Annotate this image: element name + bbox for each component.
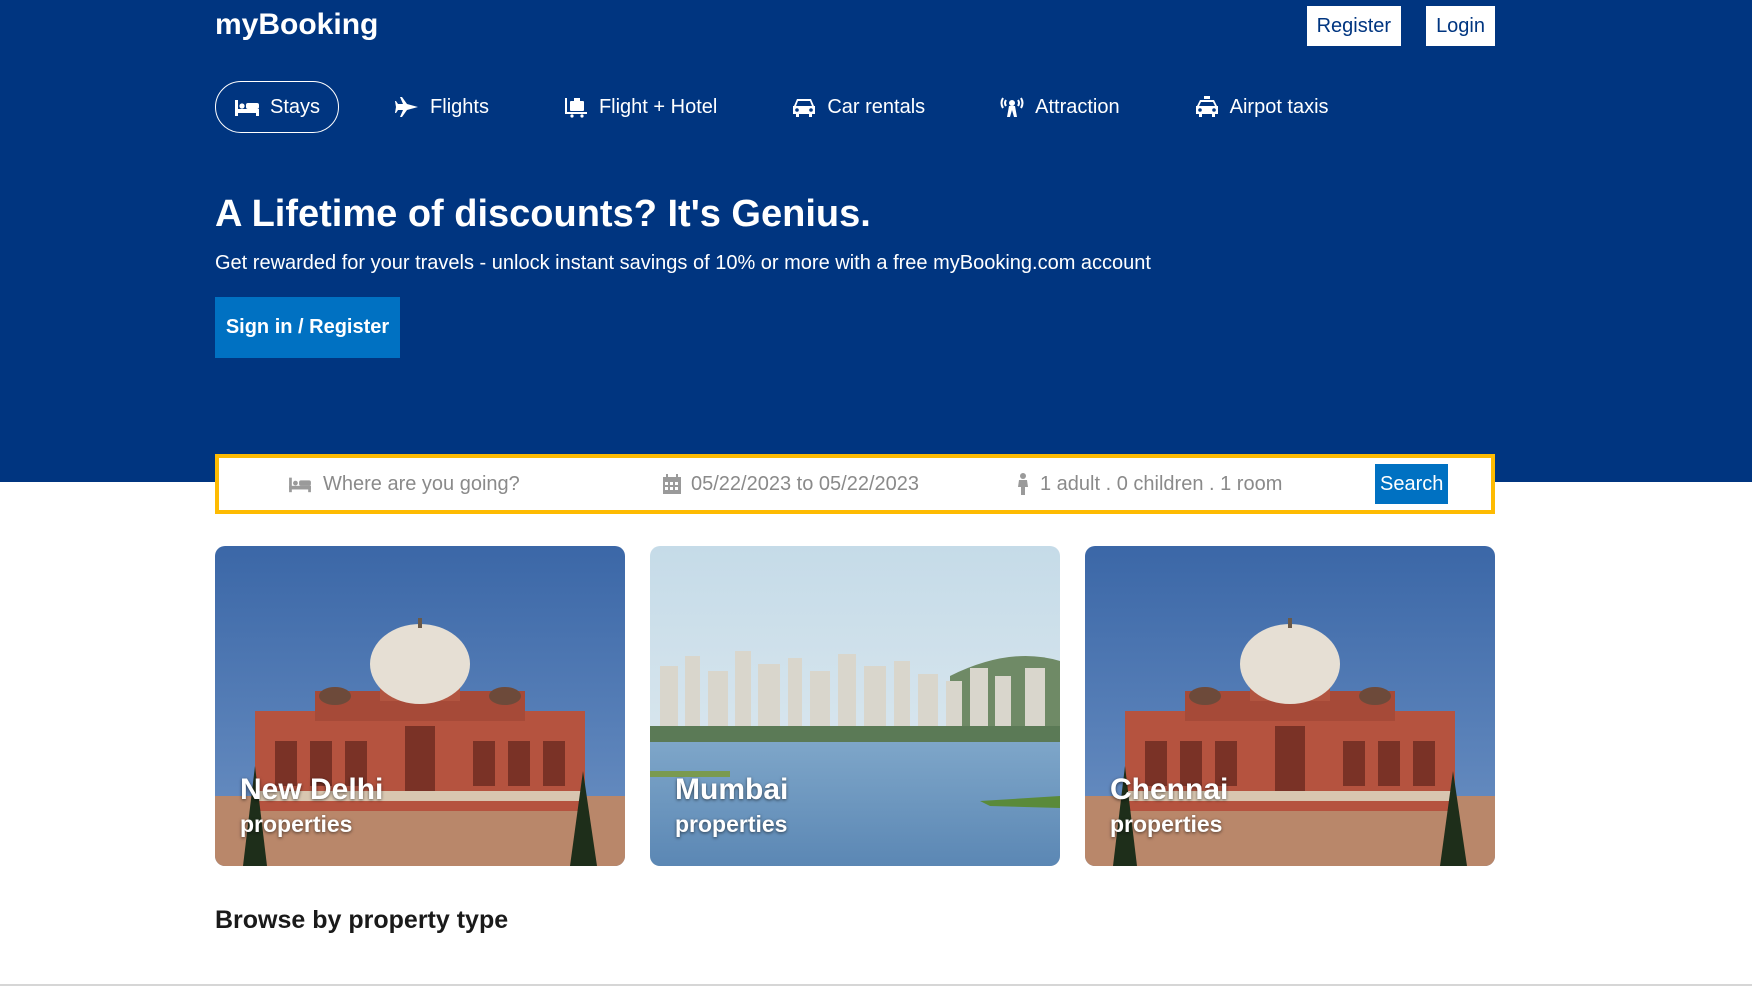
card-city: New Delhi xyxy=(240,773,384,806)
nav-item-stays[interactable]: Stays xyxy=(215,81,340,133)
hero-banner xyxy=(0,0,1752,482)
destination-card[interactable]: Chennai properties xyxy=(1085,546,1495,866)
card-subtitle: properties xyxy=(1110,811,1223,837)
plane-icon xyxy=(395,97,419,117)
card-city: Mumbai xyxy=(675,773,789,806)
card-city: Chennai xyxy=(1110,773,1229,806)
calendar-icon xyxy=(663,474,681,494)
top-bar: myBooking Register Login xyxy=(215,0,1495,60)
browse-heading: Browse by property type xyxy=(215,906,509,934)
nav-label: Airpot taxis xyxy=(1229,95,1329,118)
category-nav: Stays Flights Flight + Hotel Car rentals… xyxy=(215,80,1495,134)
bed-icon xyxy=(235,100,259,116)
destination-input[interactable] xyxy=(323,472,573,496)
nav-label: Attraction xyxy=(1035,95,1120,118)
register-button[interactable]: Register xyxy=(1306,6,1402,46)
taxi-icon xyxy=(1195,96,1218,117)
guests-field[interactable]: 1 adult . 0 children . 1 room xyxy=(1016,473,1282,496)
nav-item-attraction[interactable]: Attraction xyxy=(980,81,1138,133)
bed-icon xyxy=(289,477,311,493)
card-subtitle: properties xyxy=(675,811,788,837)
nav-label: Car rentals xyxy=(827,95,926,118)
search-bar: 05/22/2023 to 05/22/2023 1 adult . 0 chi… xyxy=(215,454,1495,514)
attraction-icon xyxy=(1000,97,1024,117)
nav-label: Stays xyxy=(270,95,321,118)
auth-buttons: Register Login xyxy=(1306,6,1495,46)
search-button[interactable]: Search xyxy=(1375,464,1449,504)
destination-card[interactable]: New Delhi properties xyxy=(215,546,625,866)
guests-value: 1 adult . 0 children . 1 room xyxy=(1040,472,1283,495)
signin-register-button[interactable]: Sign in / Register xyxy=(215,297,400,358)
hero-subline: Get rewarded for your travels - unlock i… xyxy=(215,252,1151,274)
card-caption: Chennai properties xyxy=(1110,773,1228,838)
destination-card[interactable]: Mumbai properties xyxy=(650,546,1060,866)
logo[interactable]: myBooking xyxy=(215,8,378,42)
featured-destinations: New Delhi properties Mumbai properties C… xyxy=(215,546,1495,866)
person-icon xyxy=(1018,473,1028,495)
nav-item-flight-hotel[interactable]: Flight + Hotel xyxy=(544,81,736,133)
nav-item-car-rentals[interactable]: Car rentals xyxy=(772,81,944,133)
card-subtitle: properties xyxy=(240,811,353,837)
card-caption: New Delhi properties xyxy=(240,773,383,838)
nav-label: Flight + Hotel xyxy=(598,95,718,118)
nav-label: Flights xyxy=(430,95,489,118)
login-button[interactable]: Login xyxy=(1426,6,1495,46)
date-field[interactable]: 05/22/2023 to 05/22/2023 xyxy=(663,473,919,496)
destination-field[interactable] xyxy=(287,472,573,496)
hero-headline: A Lifetime of discounts? It's Genius. xyxy=(215,193,871,235)
nav-item-airport-taxis[interactable]: Airpot taxis xyxy=(1175,81,1348,133)
divider xyxy=(0,984,1752,986)
card-caption: Mumbai properties xyxy=(675,773,788,838)
nav-item-flights[interactable]: Flights xyxy=(375,81,508,133)
car-icon xyxy=(793,99,816,117)
date-value: 05/22/2023 to 05/22/2023 xyxy=(691,472,919,495)
luggage-icon xyxy=(564,98,587,118)
